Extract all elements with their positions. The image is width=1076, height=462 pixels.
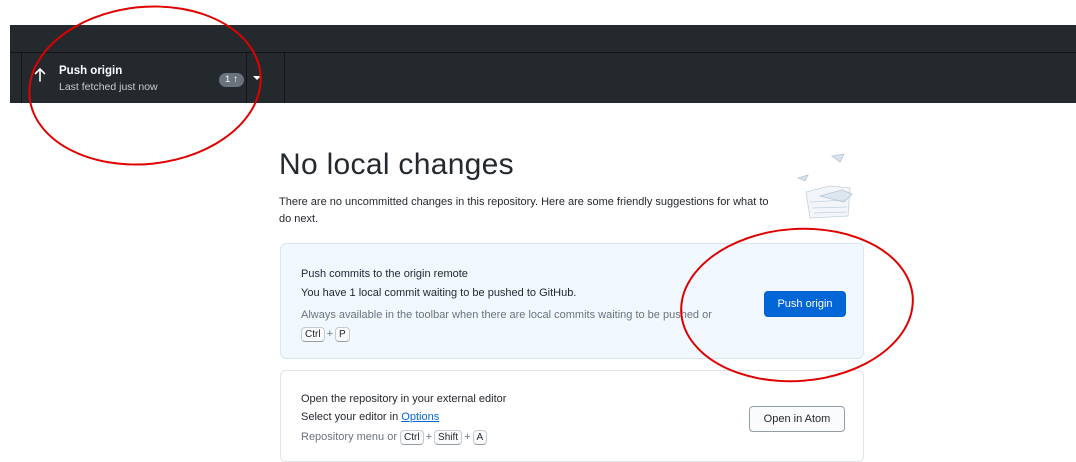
editor-card-hint: Repository menu or Ctrl + Shift + A: [301, 428, 761, 447]
page-title: No local changes: [279, 148, 514, 181]
push-origin-toolbar-button[interactable]: Push origin Last fetched just now 1 ↑: [22, 53, 258, 103]
push-card-text: You have 1 local commit waiting to be pu…: [301, 287, 577, 299]
ahead-count-badge: 1 ↑: [219, 73, 245, 87]
toolbar: Push origin Last fetched just now 1 ↑: [10, 52, 1076, 103]
plus-sign: +: [464, 431, 471, 443]
page-description: There are no uncommitted changes in this…: [279, 196, 769, 225]
ahead-arrow-icon: ↑: [233, 74, 239, 85]
caret-down-icon: [253, 76, 261, 80]
paper-boats-illustration: [796, 153, 853, 219]
shift-key: Shift: [434, 430, 463, 445]
push-dropdown-button[interactable]: [247, 53, 273, 103]
plus-sign: +: [326, 328, 333, 340]
editor-hint-text: Repository menu or: [301, 431, 401, 443]
open-editor-card: Open the repository in your external edi…: [280, 370, 864, 462]
top-strip: [0, 0, 1076, 25]
open-in-atom-button[interactable]: Open in Atom: [749, 406, 845, 432]
ctrl-key: Ctrl: [301, 327, 325, 342]
push-hint-text: Always available in the toolbar when the…: [301, 309, 712, 321]
a-key: A: [472, 430, 488, 445]
editor-card-text: Select your editor in Options: [301, 411, 439, 423]
last-fetched-text: Last fetched just now: [59, 81, 158, 93]
ctrl-key: Ctrl: [400, 430, 424, 445]
plus-sign: +: [425, 431, 433, 443]
push-card-title: Push commits to the origin remote: [301, 268, 468, 280]
editor-text-prefix: Select your editor in: [301, 411, 402, 423]
push-card-hint: Always available in the toolbar when the…: [301, 306, 761, 344]
toolbar-separator: [284, 53, 285, 103]
editor-card-title: Open the repository in your external edi…: [301, 393, 507, 405]
push-suggestion-card: Push commits to the origin remote You ha…: [280, 243, 864, 359]
arrow-up-icon: [34, 68, 46, 82]
p-key: P: [335, 327, 350, 342]
push-title: Push origin: [59, 65, 123, 77]
title-bar: [10, 25, 1076, 52]
push-origin-button[interactable]: Push origin: [764, 291, 846, 317]
options-link[interactable]: Options: [401, 411, 439, 423]
ahead-count: 1: [225, 74, 231, 85]
